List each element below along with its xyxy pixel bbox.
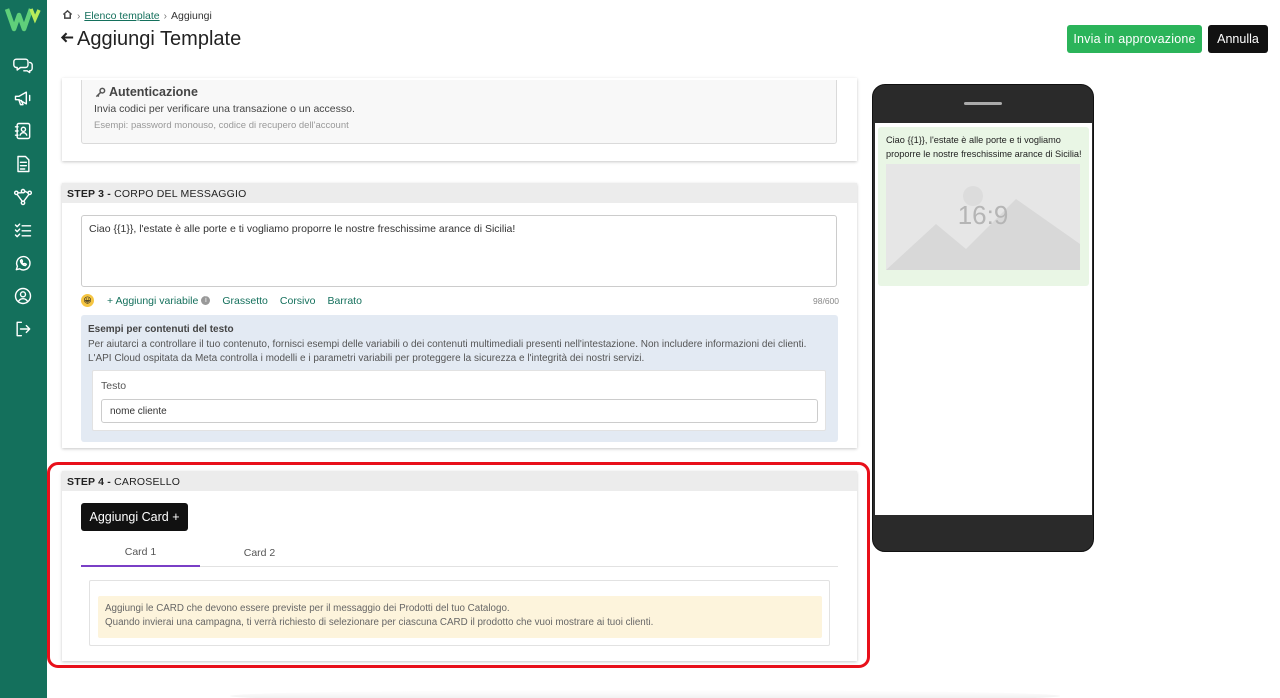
auth-title-text: Autenticazione bbox=[109, 85, 198, 99]
breadcrumb-current: Aggiungi bbox=[170, 10, 212, 22]
add-card-button[interactable]: Aggiungi Card + bbox=[81, 503, 188, 531]
document-icon[interactable] bbox=[12, 153, 34, 175]
auth-description: Invia codici per verificare una transazi… bbox=[94, 103, 355, 115]
strikethrough-button[interactable]: Barrato bbox=[327, 295, 361, 307]
phone-speaker bbox=[964, 102, 1002, 105]
step4-title: CAROSELLO bbox=[114, 476, 181, 488]
whatsapp-icon[interactable] bbox=[12, 252, 34, 274]
examples-box: Esempi per contenuti del testo Per aiuta… bbox=[81, 315, 838, 442]
info-icon[interactable]: i bbox=[201, 296, 211, 305]
chevron-right-icon: › bbox=[77, 10, 81, 22]
cancel-button[interactable]: Annulla bbox=[1208, 25, 1268, 53]
step3-number: STEP 3 - bbox=[67, 188, 112, 200]
italic-button[interactable]: Corsivo bbox=[280, 295, 316, 307]
tab-card-1[interactable]: Card 1 bbox=[81, 539, 200, 567]
flow-icon[interactable] bbox=[12, 186, 34, 208]
page-title-text: Aggiungi Template bbox=[77, 28, 242, 50]
message-body-textarea[interactable]: Ciao {{1}}, l'estate è alle porte e ti v… bbox=[81, 215, 837, 287]
examples-title: Esempi per contenuti del testo bbox=[88, 324, 234, 335]
emoji-picker-icon[interactable]: 😀 bbox=[81, 294, 94, 307]
scroll-shadow bbox=[230, 690, 1060, 698]
phone-screen: Ciao {{1}}, l'estate è alle porte e ti v… bbox=[875, 123, 1092, 515]
card-tabs: Card 1 Card 2 bbox=[81, 539, 838, 567]
sidebar bbox=[0, 0, 47, 698]
submit-approval-button[interactable]: Invia in approvazione bbox=[1067, 25, 1202, 53]
key-icon bbox=[95, 87, 106, 97]
step3-title: CORPO DEL MESSAGGIO bbox=[114, 188, 247, 200]
media-ratio-label: 16:9 bbox=[957, 200, 1009, 230]
contacts-icon[interactable] bbox=[12, 120, 34, 142]
step4-header: STEP 4 - CAROSELLO bbox=[62, 471, 857, 491]
home-icon[interactable] bbox=[62, 9, 73, 23]
page-title: Aggiungi Template bbox=[60, 28, 241, 51]
chevron-right-icon: › bbox=[163, 10, 167, 22]
step3-header: STEP 3 - CORPO DEL MESSAGGIO bbox=[62, 183, 857, 203]
add-variable-button[interactable]: + Aggiungi variabile i bbox=[107, 294, 211, 307]
card-note-line-2: Quando invierai una campagna, ti verrà r… bbox=[105, 617, 654, 628]
examples-description: Per aiutarci a controllare il tuo conten… bbox=[88, 339, 807, 364]
checklist-icon[interactable] bbox=[12, 219, 34, 241]
variable-example-input[interactable] bbox=[101, 399, 818, 423]
card-note-line-1: Aggiungi le CARD che devono essere previ… bbox=[105, 603, 510, 614]
preview-message-bubble: Ciao {{1}}, l'estate è alle porte e ti v… bbox=[878, 127, 1089, 286]
arrow-left-icon[interactable] bbox=[60, 28, 75, 51]
character-counter: 98/600 bbox=[813, 295, 839, 306]
chat-icon[interactable] bbox=[12, 54, 34, 76]
bold-button[interactable]: Grassetto bbox=[222, 295, 268, 307]
breadcrumb-link-templates[interactable]: Elenco template bbox=[84, 10, 159, 22]
tab-card-2[interactable]: Card 2 bbox=[200, 539, 319, 567]
breadcrumb: › Elenco template › Aggiungi bbox=[62, 9, 212, 23]
logo-mark-icon bbox=[5, 8, 41, 32]
auth-examples: Esempi: password monouso, codice di recu… bbox=[94, 120, 349, 131]
category-option-authentication[interactable]: Autenticazione Invia codici per verifica… bbox=[81, 80, 837, 144]
variable-example-label: Testo bbox=[101, 380, 127, 392]
brand-logo[interactable] bbox=[5, 6, 41, 32]
preview-media-placeholder: 16:9 bbox=[886, 164, 1080, 270]
user-circle-icon[interactable] bbox=[12, 285, 34, 307]
add-variable-label: + Aggiungi variabile bbox=[107, 294, 199, 307]
card-info-note: Aggiungi le CARD che devono essere previ… bbox=[98, 596, 822, 638]
formatting-toolbar: 😀 + Aggiungi variabile i Grassetto Corsi… bbox=[81, 293, 839, 308]
logout-icon[interactable] bbox=[12, 318, 34, 340]
step4-number: STEP 4 - bbox=[67, 476, 112, 488]
auth-option-title: Autenticazione bbox=[95, 85, 198, 99]
variable-example-card: Testo bbox=[92, 370, 826, 431]
phone-preview: Ciao {{1}}, l'estate è alle porte e ti v… bbox=[872, 84, 1094, 552]
card-content: Aggiungi le CARD che devono essere previ… bbox=[89, 580, 830, 646]
megaphone-icon[interactable] bbox=[12, 87, 34, 109]
preview-message-text: Ciao {{1}}, l'estate è alle porte e ti v… bbox=[886, 135, 1082, 159]
